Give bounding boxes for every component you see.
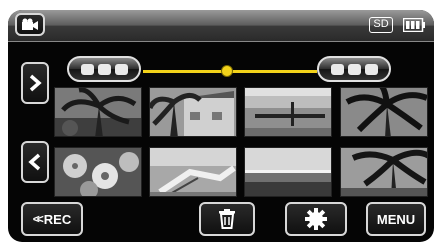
rec-button[interactable]: << REC	[21, 202, 83, 236]
thumbnail[interactable]	[244, 87, 332, 137]
mode-button[interactable]	[15, 13, 45, 36]
next-page-button[interactable]	[21, 62, 49, 104]
chevron-left-icon	[28, 153, 41, 171]
gear-icon	[305, 208, 327, 230]
three-dots-icon	[80, 63, 128, 75]
previous-group-button[interactable]	[67, 56, 141, 82]
video-camera-icon	[22, 18, 38, 30]
thumbnail[interactable]	[340, 87, 428, 137]
double-chevron-left-icon: <<	[32, 212, 44, 226]
top-bar: SD	[8, 10, 434, 42]
thumbnail[interactable]	[340, 147, 428, 197]
menu-button[interactable]: MENU	[366, 202, 426, 236]
three-dots-icon	[330, 63, 378, 75]
rec-label: REC	[43, 211, 72, 227]
battery-icon	[403, 18, 425, 32]
camera-screen: SD << REC MENU	[8, 10, 434, 242]
chevron-right-icon	[29, 74, 42, 92]
thumbnail[interactable]	[54, 87, 142, 137]
thumbnail[interactable]	[54, 147, 142, 197]
timeline-slider-knob[interactable]	[220, 65, 233, 77]
trash-icon	[219, 209, 235, 229]
thumbnail[interactable]	[149, 147, 237, 197]
sd-card-badge: SD	[369, 17, 393, 33]
thumbnail[interactable]	[244, 147, 332, 197]
settings-button[interactable]	[285, 202, 347, 236]
delete-button[interactable]	[199, 202, 255, 236]
thumbnail[interactable]	[149, 87, 237, 137]
next-group-button[interactable]	[317, 56, 391, 82]
previous-page-button[interactable]	[21, 141, 49, 183]
date-label	[204, 50, 256, 64]
